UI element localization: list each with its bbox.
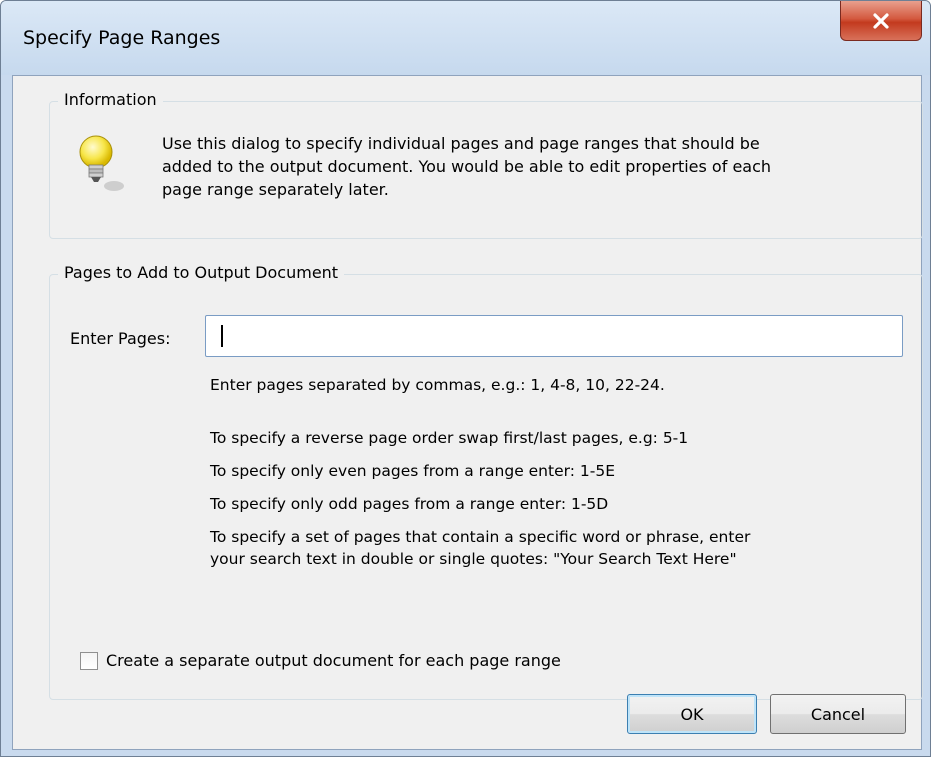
hint-text: To specify only even pages from a range …: [210, 462, 615, 480]
separate-output-label[interactable]: Create a separate output document for ea…: [106, 651, 561, 670]
info-line: page range separately later.: [162, 180, 389, 199]
separate-output-checkbox[interactable]: [80, 651, 98, 670]
title-bar: Specify Page Ranges: [1, 1, 930, 75]
pages-group: Pages to Add to Output Document Enter Pa…: [49, 263, 923, 700]
separate-output-option[interactable]: Create a separate output document for ea…: [80, 651, 561, 670]
dialog-window: Specify Page Ranges Information Use this…: [0, 0, 931, 757]
information-text: Use this dialog to specify individual pa…: [162, 132, 902, 201]
close-icon: [873, 12, 889, 29]
dialog-body: Information Use this dialog to specify i…: [12, 75, 923, 750]
hint-text: To specify a set of pages that contain a…: [210, 528, 751, 546]
hint-text: Enter pages separated by commas, e.g.: 1…: [210, 376, 665, 394]
enter-pages-input[interactable]: [205, 315, 903, 357]
info-line: added to the output document. You would …: [162, 157, 772, 176]
information-group: Information Use this dialog to specify i…: [49, 90, 923, 239]
hint-text: your search text in double or single quo…: [210, 550, 737, 568]
close-button[interactable]: [840, 1, 922, 41]
information-legend: Information: [58, 90, 163, 109]
text-caret: [221, 325, 223, 347]
cancel-button[interactable]: Cancel: [770, 694, 906, 734]
pages-legend: Pages to Add to Output Document: [58, 263, 345, 282]
enter-pages-label: Enter Pages:: [70, 329, 171, 348]
hint-text: To specify only odd pages from a range e…: [210, 495, 609, 513]
ok-button[interactable]: OK: [627, 694, 757, 734]
dialog-title: Specify Page Ranges: [23, 27, 221, 49]
info-line: Use this dialog to specify individual pa…: [162, 134, 760, 153]
lightbulb-icon: [79, 135, 124, 191]
hint-text: To specify a reverse page order swap fir…: [210, 429, 689, 447]
